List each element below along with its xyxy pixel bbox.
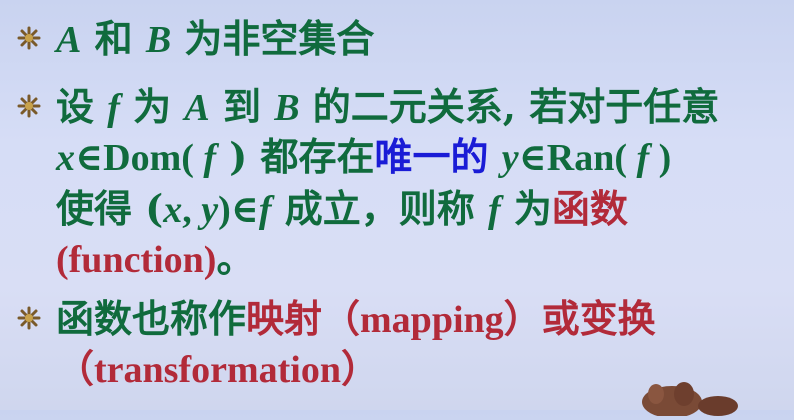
text-segment: 为 (119, 84, 185, 129)
text-segment: 函数也称作 (56, 296, 247, 341)
asterisk-bullet-icon (16, 25, 42, 51)
text-segment: ) 都存在 (216, 134, 375, 179)
slide: A 和 B 为非空集合 设 f 为 A 到 B 的二元关系, 若对于任意 x∈D… (0, 0, 794, 418)
text-segment: 。 (216, 236, 255, 281)
variable-x-symbol: x (163, 189, 183, 231)
variable-y-symbol: y (201, 189, 219, 231)
dom-expression: ∈Dom( (75, 137, 204, 179)
function-f-symbol: f (107, 87, 120, 129)
asterisk-bullet-icon (16, 93, 42, 119)
transformation-english-term: （transformation） (56, 349, 379, 391)
text-segment: , (182, 189, 202, 231)
bullet-2-line-2: x∈Dom( f ) 都存在唯一的 y∈Ran( f ) (56, 137, 672, 179)
bullet-3-line-2: （transformation） (56, 350, 379, 389)
variable-x-symbol: x (56, 137, 75, 179)
text-segment: 到 (209, 84, 275, 129)
bullet-1-line-1: A 和 B 为非空集合 (56, 19, 374, 61)
presenter-hand-image (626, 376, 746, 418)
set-b-symbol: B (145, 19, 172, 61)
text-segment: 使得 ( (56, 186, 164, 231)
text-segment: 成立，则称 (271, 186, 489, 231)
text-segment: )∈ (218, 189, 259, 231)
variable-y-symbol: y (501, 137, 519, 179)
text-segment: ) (649, 137, 672, 179)
set-a-symbol: A (184, 87, 210, 129)
set-a-symbol: A (56, 19, 82, 61)
text-segment: 的二元关系, 若对于任意 (299, 84, 720, 129)
text-segment: 为非空集合 (171, 16, 375, 61)
bullet-2-line-1: 设 f 为 A 到 B 的二元关系, 若对于任意 (56, 87, 719, 129)
text-segment (489, 134, 502, 179)
unique-highlight: 唯一的 (374, 134, 489, 179)
mapping-english-term: （mapping）或 (322, 299, 580, 341)
function-term-highlight: 函数 (551, 186, 628, 231)
function-english-term: (function) (56, 239, 217, 281)
set-b-symbol: B (274, 87, 300, 129)
function-f-symbol: f (488, 189, 501, 231)
function-f-symbol: f (203, 137, 217, 179)
asterisk-bullet-icon (16, 305, 42, 331)
mapping-term-highlight: 映射 (246, 296, 323, 341)
bullet-3-line-1: 函数也称作映射（mapping）或变换 (56, 299, 656, 341)
transformation-term-highlight: 变换 (579, 296, 656, 341)
bullet-2-line-3: 使得 (x, y)∈f 成立，则称 f 为函数 (56, 189, 628, 231)
ran-expression: ∈Ran( (518, 137, 637, 179)
text-segment: 为 (500, 186, 552, 231)
function-f-symbol: f (258, 189, 272, 231)
bullet-2-line-4: (function)。 (56, 239, 254, 281)
text-segment: 设 (56, 84, 108, 129)
function-f-symbol: f (636, 137, 650, 179)
text-segment: 和 (81, 16, 146, 61)
